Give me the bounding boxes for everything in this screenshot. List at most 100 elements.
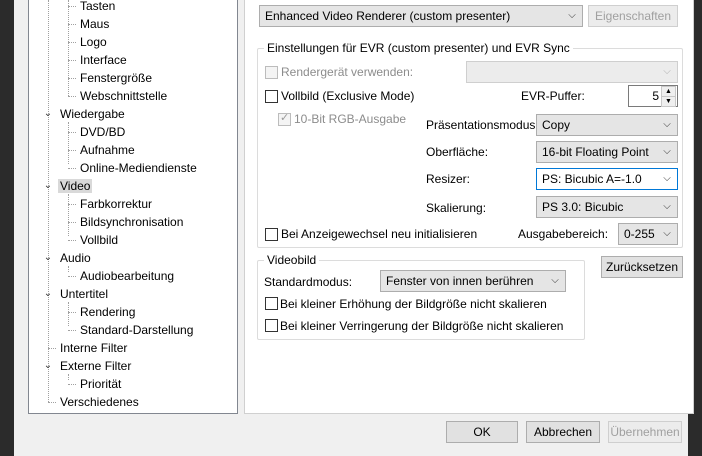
scaling-select[interactable]: PS 3.0: Bicubic ⌵ (536, 196, 678, 218)
renderer-select[interactable]: Enhanced Video Renderer (custom presente… (259, 5, 583, 27)
default-mode-select[interactable]: Fenster von innen berühren ⌵ (380, 270, 566, 292)
resizer-select[interactable]: PS: Bicubic A=-1.0 ⌵ (536, 168, 678, 190)
tree-item-verschiedenes[interactable]: Verschiedenes (48, 393, 141, 411)
spin-down-icon[interactable]: ▼ (661, 96, 676, 107)
properties-button[interactable]: Eigenschaften (588, 5, 678, 27)
tree-connector (48, 402, 56, 403)
tree-item-label: Verschiedenes (60, 395, 139, 409)
tree-item-label: DVD/BD (80, 125, 126, 139)
tree-item-vollbild[interactable]: Vollbild (68, 231, 120, 249)
tree-item-dvd-bd[interactable]: DVD/BD (68, 123, 127, 141)
chevron-down-icon: ⌵ (663, 173, 671, 184)
evr-settings-group: Einstellungen für EVR (custom presenter)… (257, 41, 683, 248)
tree-item-label: Vollbild (80, 233, 119, 247)
apply-button[interactable]: Übernehmen (608, 421, 682, 443)
tree-item-farbkorrektur[interactable]: Farbkorrektur (68, 195, 154, 213)
chevron-down-icon: ⌵ (663, 146, 671, 157)
chevron-down-icon[interactable]: ⌄ (42, 285, 54, 303)
tree-item-audiobearbeitung[interactable]: Audiobearbeitung (68, 267, 176, 285)
tree-connector (68, 132, 76, 133)
chevron-down-icon[interactable]: ⌄ (42, 105, 54, 123)
tree-item-interne-filter[interactable]: Interne Filter (48, 339, 129, 357)
tree-item-maus[interactable]: Maus (68, 15, 111, 33)
tree-item-prioritaet[interactable]: Priorität (68, 375, 123, 393)
tree-connector (68, 6, 76, 7)
ok-button[interactable]: OK (446, 421, 518, 443)
tree-item-aufnahme[interactable]: Aufnahme (68, 141, 137, 159)
presentation-mode-select[interactable]: Copy ⌵ (536, 114, 678, 136)
tree-connector (68, 96, 76, 97)
tree-item-interface[interactable]: Interface (68, 51, 129, 69)
tree-guide-line (48, 0, 49, 402)
chevron-down-icon[interactable]: ⌄ (42, 249, 54, 267)
fullscreen-exclusive-checkbox[interactable] (265, 90, 278, 103)
tree-connector (68, 78, 76, 79)
options-tree[interactable]: Tasten Maus Logo Interface Fenstergröße … (28, 0, 238, 414)
tree-guide-line (68, 302, 69, 326)
tree-connector (68, 240, 76, 241)
tree-item-label: Webschnittstelle (80, 89, 168, 103)
tree-guide-line (68, 194, 69, 236)
chevron-down-icon: ⌵ (663, 119, 671, 130)
check-icon: ✓ (280, 112, 290, 124)
cancel-button[interactable]: Abbrechen (526, 421, 600, 443)
tree-connector (68, 168, 76, 169)
tree-item-standard-darstellung[interactable]: Standard-Darstellung (68, 321, 195, 339)
tree-item-logo[interactable]: Logo (68, 33, 109, 51)
evr-buffer-label: EVR-Puffer: (521, 89, 585, 103)
chevron-down-icon: ⌵ (568, 10, 576, 21)
evr-buffer-stepper[interactable]: 5 ▲ ▼ (628, 85, 678, 107)
tree-connector (68, 222, 76, 223)
render-device-checkbox[interactable] (265, 66, 278, 79)
chevron-down-icon: ⌵ (663, 66, 671, 77)
chevron-down-icon[interactable]: ⌄ (42, 357, 54, 375)
tree-connector (68, 42, 76, 43)
chevron-down-icon: ⌵ (551, 275, 559, 286)
chevron-down-icon[interactable]: ⌄ (42, 177, 54, 195)
tree-item-tasten[interactable]: Tasten (68, 0, 117, 15)
resizer-label: Resizer: (426, 172, 471, 186)
tree-item-label: Rendering (80, 305, 136, 319)
tree-item-label: Maus (80, 17, 110, 31)
tree-item-video[interactable]: ⌄ Video (44, 177, 93, 195)
tree-item-rendering[interactable]: Rendering (68, 303, 137, 321)
tree-item-audio[interactable]: ⌄ Audio (44, 249, 93, 267)
tree-connector (68, 330, 76, 331)
video-settings-panel: Enhanced Video Renderer (custom presente… (244, 0, 694, 414)
no-upscale-checkbox[interactable] (265, 297, 278, 310)
tree-connector (68, 312, 76, 313)
tree-item-webschnittstelle[interactable]: Webschnittstelle (68, 87, 169, 105)
presentation-mode-label: Präsentationsmodus: (426, 118, 539, 132)
tree-item-label: Fenstergröße (80, 71, 153, 85)
tree-item-label: Bildsynchronisation (80, 215, 184, 229)
background-window-left (0, 0, 14, 456)
resizer-value: PS: Bicubic A=-1.0 (542, 172, 642, 186)
tree-item-wiedergabe[interactable]: ⌄ Wiedergabe (44, 105, 127, 123)
output-range-select[interactable]: 0-255 ⌵ (618, 223, 678, 245)
rgb10-checkbox[interactable]: ✓ (278, 112, 291, 126)
render-device-label: Rendergerät verwenden: (281, 65, 414, 79)
presentation-mode-value: Copy (542, 118, 571, 132)
tree-item-label: Video (58, 179, 93, 193)
render-device-select[interactable]: ⌵ (466, 61, 678, 83)
tree-item-bildsynchronisation[interactable]: Bildsynchronisation (68, 213, 185, 231)
no-downscale-checkbox[interactable] (265, 319, 278, 332)
reinit-checkbox[interactable] (265, 228, 278, 241)
tree-item-fenstergroesse[interactable]: Fenstergröße (68, 69, 154, 87)
group-title: Videobild (264, 253, 320, 267)
tree-item-untertitel[interactable]: ⌄ Untertitel (44, 285, 110, 303)
tree-item-label: Online-Mediendienste (80, 161, 197, 175)
tree-item-online-mediendienste[interactable]: Online-Mediendienste (68, 159, 199, 177)
scaling-label: Skalierung: (426, 201, 487, 215)
tree-item-label: Untertitel (60, 287, 109, 301)
tree-item-externe-filter[interactable]: ⌄ Externe Filter (44, 357, 133, 375)
tree-guide-line (68, 122, 69, 164)
surface-select[interactable]: 16-bit Floating Point ⌵ (536, 141, 678, 163)
tree-item-label: Audiobearbeitung (80, 269, 175, 283)
evr-buffer-value: 5 (652, 89, 659, 103)
chevron-down-icon: ⌵ (663, 228, 671, 239)
tree-item-label: Standard-Darstellung (80, 323, 194, 337)
no-downscale-label: Bei kleiner Verringerung der Bildgröße n… (280, 319, 564, 333)
output-range-label: Ausgabebereich: (518, 227, 609, 241)
reset-button[interactable]: Zurücksetzen (601, 256, 683, 278)
